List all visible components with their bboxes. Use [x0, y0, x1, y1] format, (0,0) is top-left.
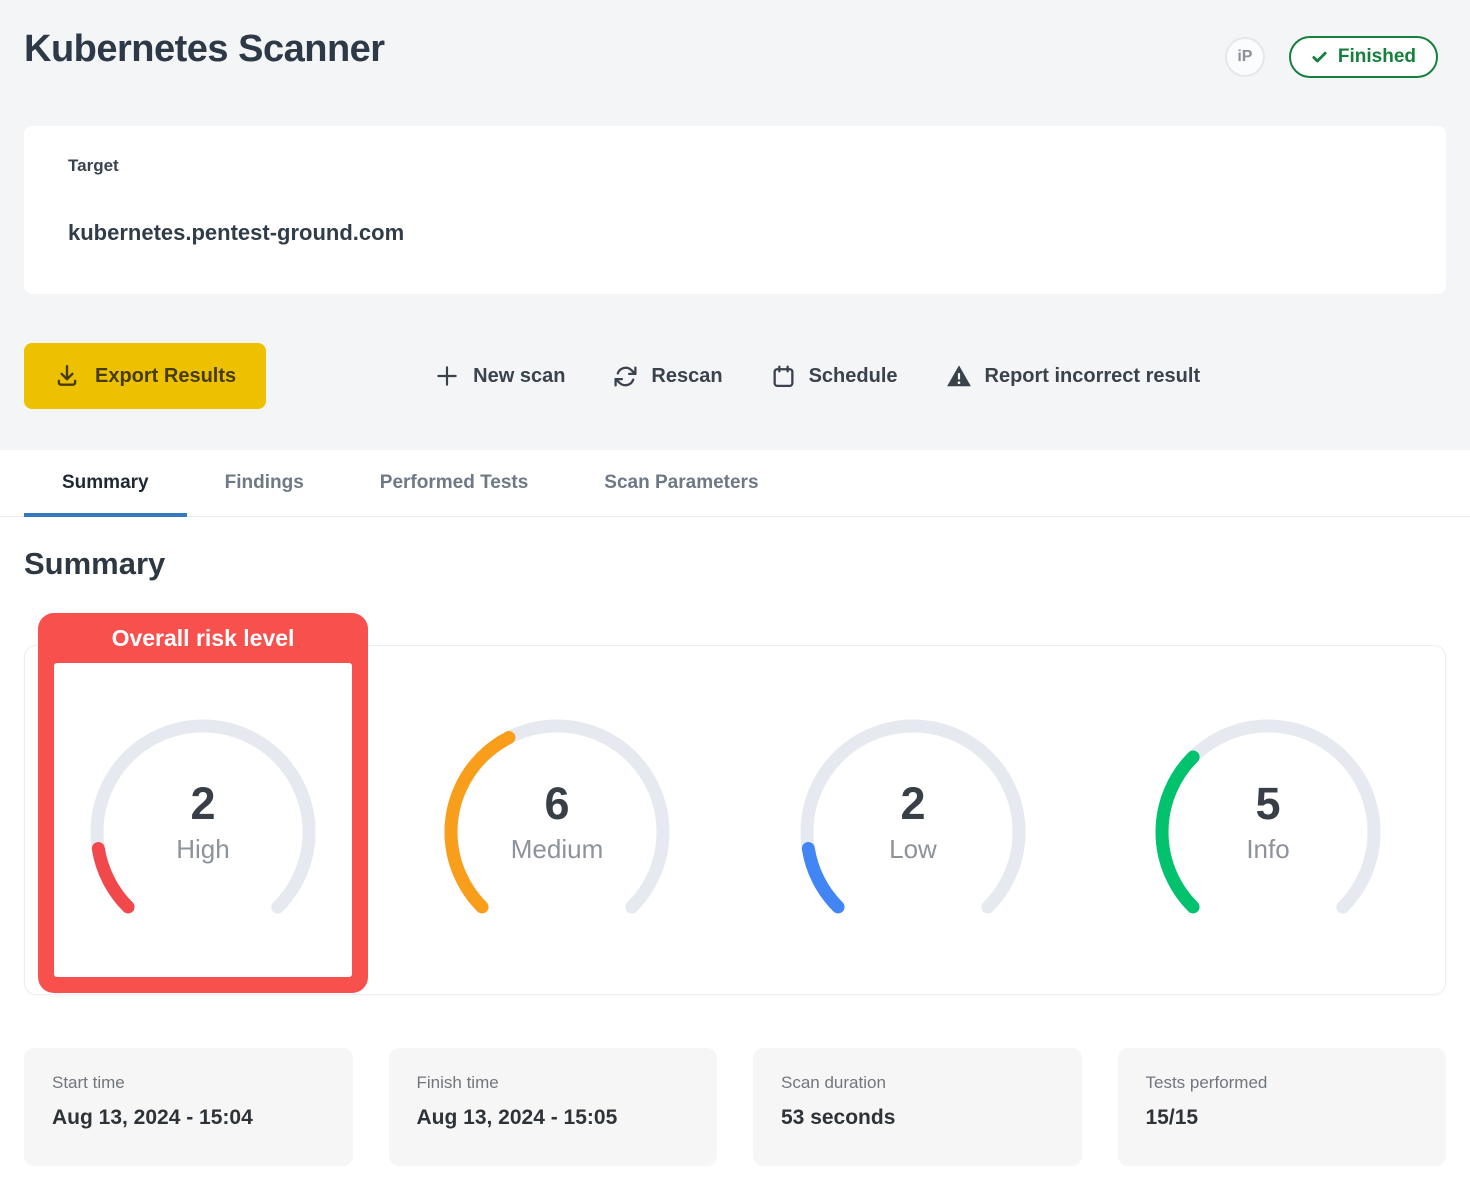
stat-value: 53 seconds: [781, 1106, 1054, 1130]
stat-label: Tests performed: [1146, 1073, 1419, 1093]
gauge-high-value: 2: [190, 780, 215, 828]
gauge-high-label: High: [176, 833, 229, 865]
stat-value: Aug 13, 2024 - 15:04: [52, 1106, 325, 1130]
refresh-icon: [613, 364, 638, 389]
stat-value: Aug 13, 2024 - 15:05: [417, 1106, 690, 1130]
tab-findings[interactable]: Findings: [187, 450, 342, 516]
rescan-button[interactable]: Rescan: [613, 364, 722, 389]
tab-summary[interactable]: Summary: [24, 450, 187, 516]
stat-card-start-time: Start time Aug 13, 2024 - 15:04: [24, 1048, 353, 1166]
stat-card-scan-duration: Scan duration 53 seconds: [753, 1048, 1082, 1166]
stat-label: Start time: [52, 1073, 325, 1093]
plus-icon: [434, 363, 460, 389]
action-group: New scan Rescan Schedule Report incorrec…: [434, 363, 1200, 389]
header-right: iP Finished: [1225, 36, 1438, 78]
gauge-high: 2 High: [83, 712, 323, 952]
export-results-button[interactable]: Export Results: [24, 343, 266, 409]
rescan-label: Rescan: [651, 365, 722, 388]
report-incorrect-result-label: Report incorrect result: [985, 365, 1201, 388]
summary-heading: Summary: [24, 546, 165, 582]
export-results-label: Export Results: [95, 365, 236, 388]
gauge-low-label: Low: [889, 833, 937, 865]
gauge-info-text: 5 Info: [1148, 712, 1388, 952]
schedule-button[interactable]: Schedule: [771, 364, 898, 389]
stat-card-finish-time: Finish time Aug 13, 2024 - 15:05: [389, 1048, 718, 1166]
gauge-low: 2 Low: [793, 712, 1033, 952]
gauge-medium-value: 6: [544, 780, 569, 828]
status-badge-label: Finished: [1338, 46, 1416, 68]
tab-performed-tests[interactable]: Performed Tests: [342, 450, 567, 516]
gauge-low-text: 2 Low: [793, 712, 1033, 952]
target-label: Target: [68, 156, 1402, 176]
stat-value: 15/15: [1146, 1106, 1419, 1130]
schedule-label: Schedule: [809, 365, 898, 388]
new-scan-button[interactable]: New scan: [434, 363, 565, 389]
stat-label: Scan duration: [781, 1073, 1054, 1093]
gauge-medium-text: 6 Medium: [437, 712, 677, 952]
overall-risk-card: Overall risk level 2 High: [38, 613, 368, 993]
stat-label: Finish time: [417, 1073, 690, 1093]
calendar-icon: [771, 364, 796, 389]
check-icon: [1311, 49, 1328, 66]
tool-badge-label: iP: [1237, 48, 1252, 66]
gauge-info: 5 Info: [1148, 712, 1388, 952]
gauge-high-text: 2 High: [83, 712, 323, 952]
actions-row: Export Results New scan Rescan Schedule …: [24, 343, 1446, 409]
target-card: Target kubernetes.pentest-ground.com: [24, 126, 1446, 294]
download-icon: [54, 363, 80, 389]
stat-card-tests-performed: Tests performed 15/15: [1118, 1048, 1447, 1166]
overall-risk-label: Overall risk level: [38, 613, 368, 663]
report-incorrect-result-button[interactable]: Report incorrect result: [946, 363, 1201, 389]
overall-risk-card-inner: 2 High: [54, 663, 352, 977]
page-title: Kubernetes Scanner: [24, 28, 385, 71]
tool-probe-badge[interactable]: iP: [1225, 37, 1265, 77]
target-value: kubernetes.pentest-ground.com: [68, 220, 1402, 246]
new-scan-label: New scan: [473, 365, 565, 388]
gauge-medium-label: Medium: [511, 833, 603, 865]
status-badge: Finished: [1289, 36, 1438, 78]
gauge-low-value: 2: [900, 780, 925, 828]
tab-bar: Summary Findings Performed Tests Scan Pa…: [0, 450, 1470, 517]
gauge-medium: 6 Medium: [437, 712, 677, 952]
tab-scan-parameters[interactable]: Scan Parameters: [566, 450, 796, 516]
gauge-info-label: Info: [1246, 833, 1289, 865]
stats-row: Start time Aug 13, 2024 - 15:04 Finish t…: [24, 1048, 1446, 1166]
warning-icon: [946, 363, 972, 389]
gauge-info-value: 5: [1255, 780, 1280, 828]
